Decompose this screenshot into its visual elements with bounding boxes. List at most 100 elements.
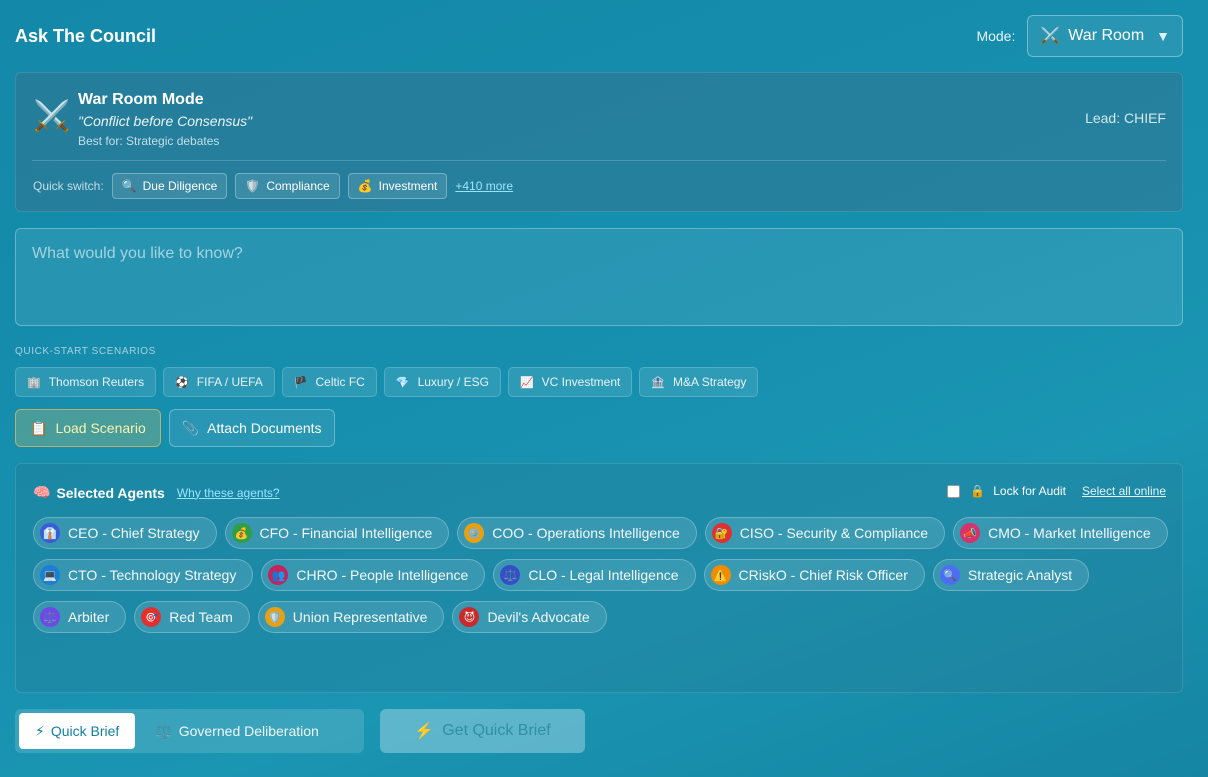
agent-chip-cfo[interactable]: 💰 CFO - Financial Intelligence — [224, 517, 450, 549]
selected-agents-panel: 🧠 Selected Agents Why these agents? 🔒 Lo… — [15, 463, 1183, 693]
agent-label: CTO - Technology Strategy — [68, 567, 237, 583]
laptop-icon: 💻 — [40, 565, 60, 585]
get-quick-brief-label: Get Quick Brief — [442, 722, 551, 739]
agent-label: COO - Operations Intelligence — [492, 525, 680, 541]
agent-label: CISO - Security & Compliance — [739, 525, 929, 541]
magnifier-icon: 🔍 — [121, 179, 137, 193]
scales-icon: ⚖️ — [155, 722, 173, 739]
scenario-celtic-fc[interactable]: 🏴 Celtic FC — [281, 367, 377, 397]
mode-name: War Room Mode — [78, 91, 204, 108]
quick-switch-label: Quick switch: — [33, 179, 104, 193]
ceo-icon: 👔 — [40, 523, 60, 543]
gear-icon: ⚙️ — [464, 523, 485, 543]
agent-chip-clo[interactable]: ⚖️ CLO - Legal Intelligence — [493, 559, 696, 591]
load-scenario-label: Load Scenario — [55, 420, 146, 436]
attach-documents-label: Attach Documents — [207, 420, 322, 436]
money-bag-icon: 💰 — [231, 523, 252, 543]
why-agents-link[interactable]: Why these agents? — [177, 486, 280, 500]
page-title: Ask The Council — [15, 25, 157, 46]
more-modes-link[interactable]: +410 more — [455, 179, 513, 193]
scenario-label: VC Investment — [541, 375, 621, 389]
money-bag-icon: 💰 — [357, 179, 373, 193]
mode-dropdown[interactable]: ⚔️ War Room ▼ — [1027, 15, 1183, 57]
agent-chip-ciso[interactable]: 🔐 CISO - Security & Compliance — [704, 517, 946, 549]
paperclip-icon: 📎 — [181, 419, 200, 436]
agent-chip-criso[interactable]: ⚠️ CRiskO - Chief Risk Officer — [703, 559, 925, 591]
agent-chip-chro[interactable]: 👥 CHRO - People Intelligence — [261, 559, 486, 591]
agents-title: 🧠 Selected Agents — [33, 484, 165, 501]
agent-label: CHRO - People Intelligence — [296, 567, 469, 583]
agent-chip-devils-advocate[interactable]: 😈 Devil's Advocate — [452, 601, 607, 633]
scenario-fifa-uefa[interactable]: ⚽ FIFA / UEFA — [163, 367, 275, 397]
agent-chip-cto[interactable]: 💻 CTO - Technology Strategy — [33, 559, 254, 591]
bank-icon: 🏦 — [651, 376, 666, 389]
scenario-list: 🏢 Thomson Reuters ⚽ FIFA / UEFA 🏴 Celtic… — [15, 367, 759, 397]
scenario-label: Celtic FC — [315, 375, 365, 389]
quick-switch-bar: Quick switch: 🔍 Due Diligence 🛡️ Complia… — [33, 173, 513, 199]
select-all-online-link[interactable]: Select all online — [1082, 484, 1166, 498]
mode-lead: Lead: CHIEF — [1085, 110, 1166, 126]
building-icon: 🏢 — [27, 376, 41, 389]
agent-label: CLO - Legal Intelligence — [528, 567, 679, 583]
agent-chip-coo[interactable]: ⚙️ COO - Operations Intelligence — [457, 517, 697, 549]
agent-chip-strategic-analyst[interactable]: 🔍 Strategic Analyst — [932, 559, 1090, 591]
get-quick-brief-button[interactable]: ⚡ Get Quick Brief — [380, 709, 585, 753]
agent-chip-arbiter[interactable]: ⚖️ Arbiter — [33, 601, 127, 633]
quick-switch-investment[interactable]: 💰 Investment — [347, 173, 448, 199]
scenario-thomson-reuters[interactable]: 🏢 Thomson Reuters — [15, 367, 157, 397]
lightning-icon: ⚡ — [35, 722, 45, 739]
agent-chip-list: 👔 CEO - Chief Strategy 💰 CFO - Financial I… — [33, 517, 1173, 633]
agent-label: CRiskO - Chief Risk Officer — [738, 567, 908, 583]
agents-header: 🧠 Selected Agents Why these agents? — [33, 484, 280, 501]
scales-icon: ⚖️ — [40, 607, 60, 627]
shield-icon: 🛡️ — [264, 607, 285, 627]
quick-switch-label-text: Compliance — [266, 179, 330, 193]
soccer-ball-icon: ⚽ — [175, 376, 189, 389]
chart-icon: 📈 — [519, 376, 534, 389]
mode-info-card: ⚔️ War Room Mode "Conflict before Consen… — [15, 72, 1183, 212]
quick-switch-due-diligence[interactable]: 🔍 Due Diligence — [111, 173, 228, 199]
scenario-label: Thomson Reuters — [48, 375, 145, 389]
attach-documents-button[interactable]: 📎 Attach Documents — [168, 409, 335, 447]
lock-icon: 🔒 — [970, 484, 986, 498]
agent-chip-ceo[interactable]: 👔 CEO - Chief Strategy — [33, 517, 217, 549]
mode-tagline: "Conflict before Consensus" — [78, 113, 253, 129]
flag-icon: 🏴 — [293, 376, 308, 389]
agent-label: Arbiter — [68, 609, 110, 625]
scenarios-heading: QUICK-START SCENARIOS — [15, 346, 156, 357]
warning-icon: ⚠️ — [710, 565, 731, 585]
mode-selector-group: Mode: ⚔️ War Room ▼ — [976, 15, 1183, 57]
quick-switch-compliance[interactable]: 🛡️ Compliance — [235, 173, 340, 199]
quick-switch-label-text: Investment — [378, 179, 438, 193]
agents-controls: 🔒 Lock for Audit Select all online — [947, 484, 1166, 498]
agent-label: Union Representative — [292, 609, 428, 625]
quick-switch-label-text: Due Diligence — [142, 179, 218, 193]
load-scenario-button[interactable]: 📋 Load Scenario — [15, 409, 161, 447]
divider — [32, 160, 1166, 161]
agent-label: Red Team — [169, 609, 233, 625]
agent-label: CFO - Financial Intelligence — [259, 525, 433, 541]
agent-chip-red-team[interactable]: 🎯 Red Team — [134, 601, 250, 633]
lock-icon: 🔐 — [711, 523, 732, 543]
scenario-ma-strategy[interactable]: 🏦 M&A Strategy — [639, 367, 759, 397]
scenario-luxury-esg[interactable]: 💎 Luxury / ESG — [383, 367, 501, 397]
megaphone-icon: 📣 — [960, 523, 981, 543]
quick-brief-toggle[interactable]: ⚡ Quick Brief — [19, 713, 136, 749]
gem-icon: 💎 — [395, 376, 410, 389]
agent-label: CEO - Chief Strategy — [68, 525, 200, 541]
agents-title-text: Selected Agents — [56, 484, 165, 501]
question-input[interactable] — [15, 228, 1183, 326]
scenario-label: FIFA / UEFA — [196, 375, 263, 389]
shield-icon: 🛡️ — [245, 179, 261, 193]
scenario-vc-investment[interactable]: 📈 VC Investment — [507, 367, 633, 397]
lock-audit-label: Lock for Audit — [993, 484, 1066, 498]
governed-deliberation-toggle[interactable]: ⚖️ Governed Deliberation — [139, 713, 335, 749]
agent-chip-cmo[interactable]: 📣 CMO - Market Intelligence — [953, 517, 1168, 549]
action-buttons: 📋 Load Scenario 📎 Attach Documents — [15, 409, 335, 447]
agent-label: Devil's Advocate — [487, 609, 590, 625]
agent-chip-union-representative[interactable]: 🛡️ Union Representative — [257, 601, 445, 633]
quick-brief-label: Quick Brief — [50, 723, 120, 739]
agent-label: Strategic Analyst — [967, 567, 1073, 583]
magnifier-icon: 🔍 — [939, 565, 960, 585]
lock-audit-checkbox[interactable] — [947, 484, 961, 498]
